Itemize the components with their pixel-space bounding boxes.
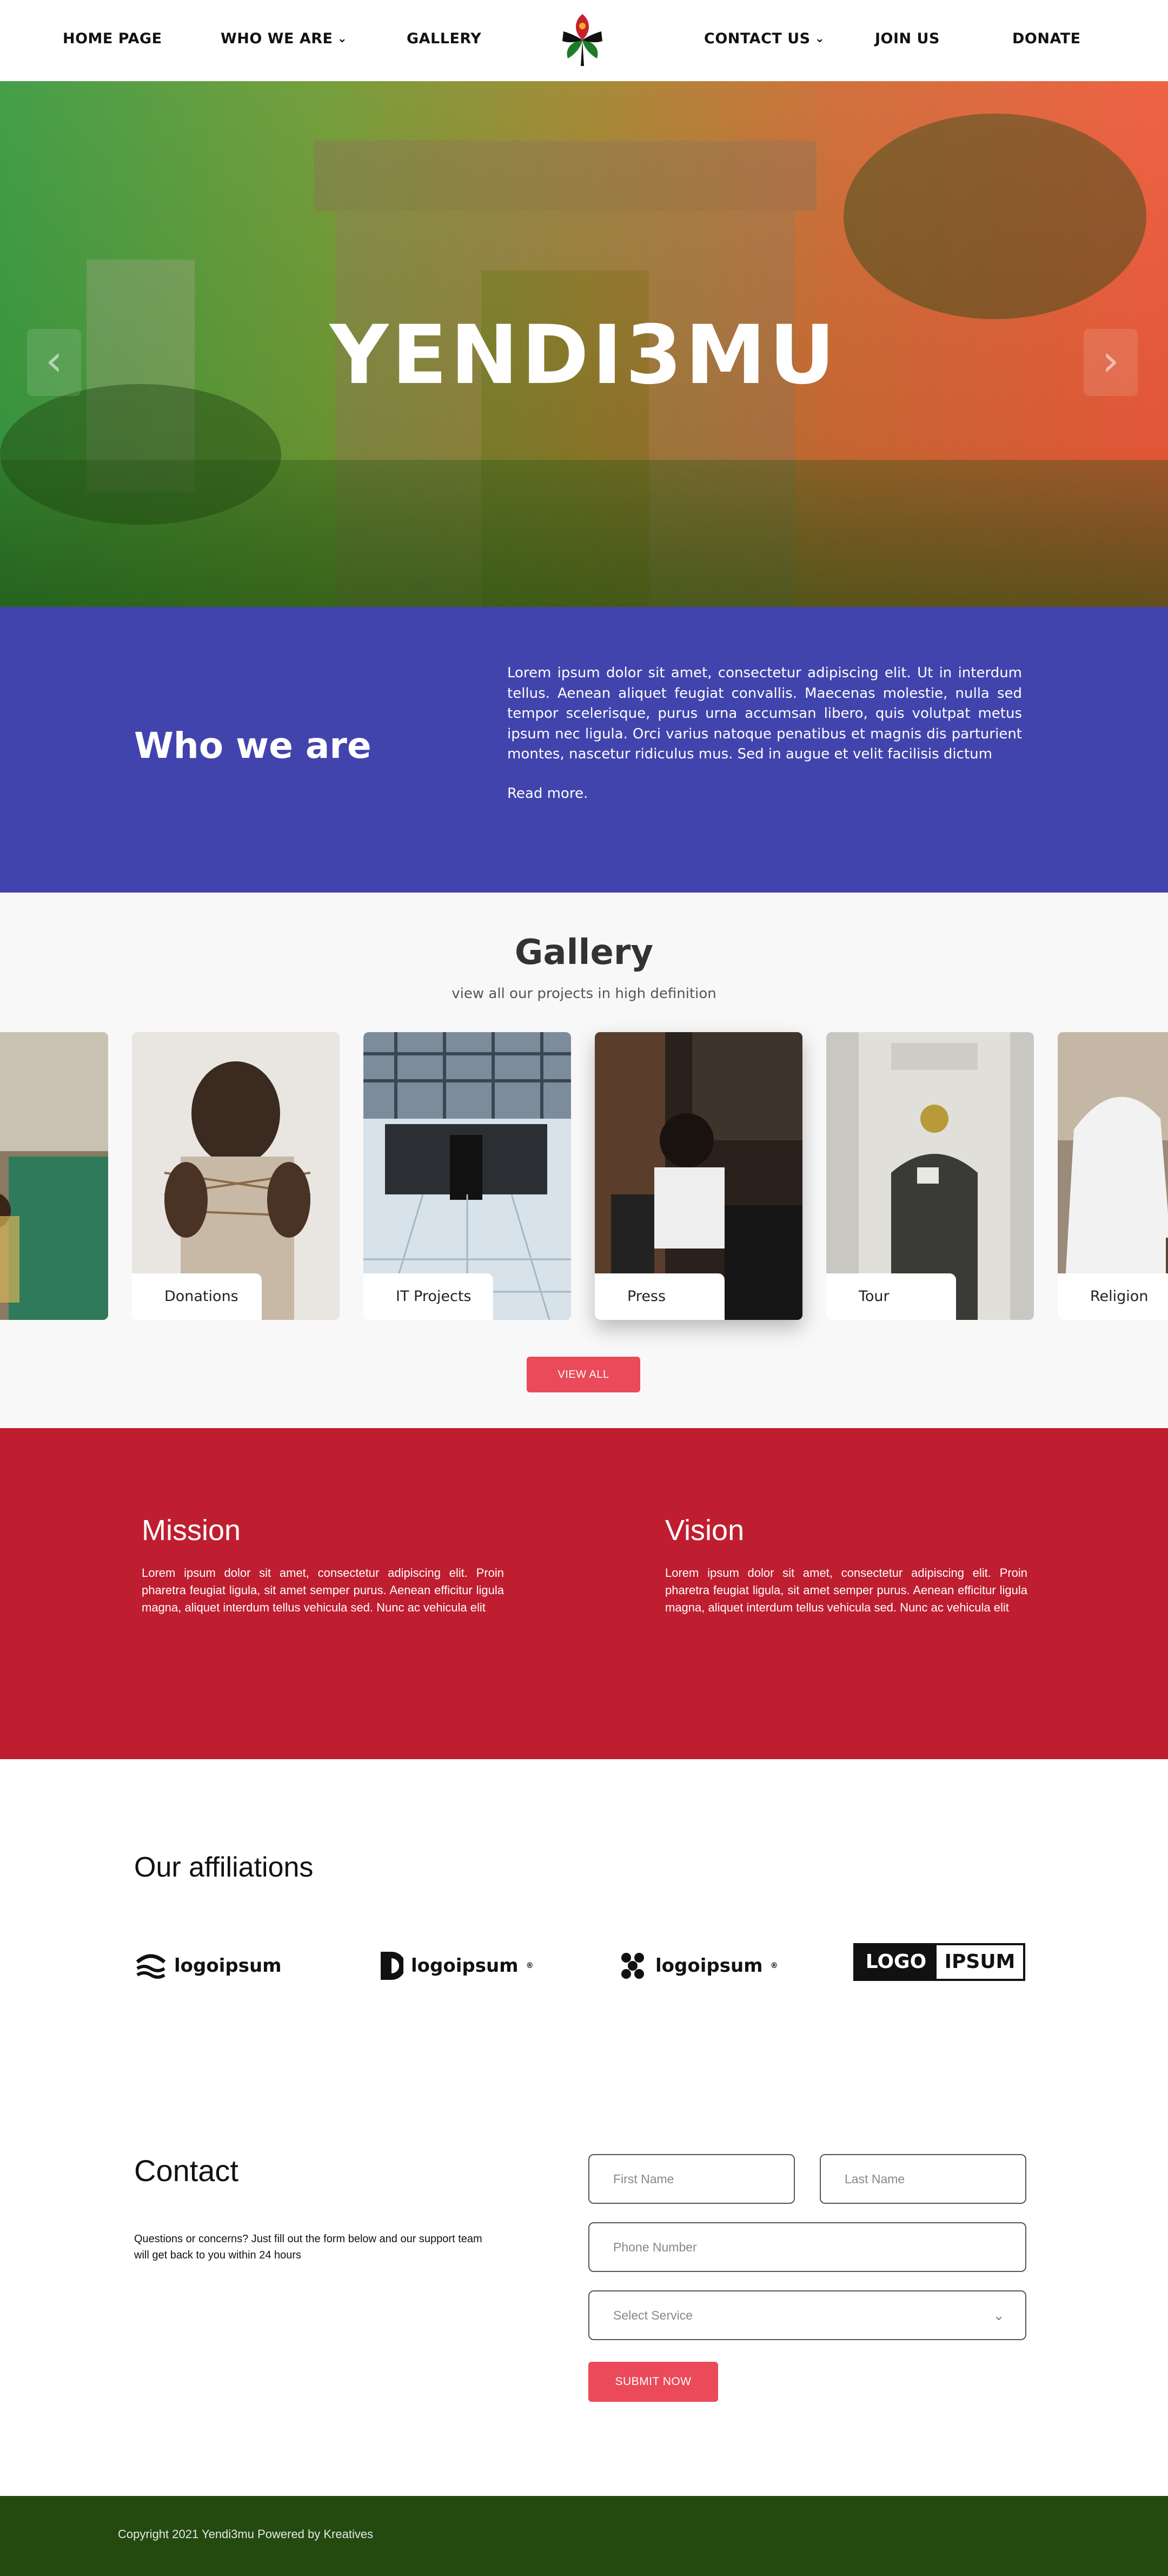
site-logo[interactable]	[553, 10, 612, 70]
footer-copyright: Copyright 2021 Yendi3mu Powered by Kreat…	[118, 2527, 374, 2541]
chevron-down-icon: ⌄	[993, 2307, 1005, 2323]
contact-section: Contact Questions or concerns? Just fill…	[0, 2084, 1168, 2496]
half-circle-icon	[381, 1952, 403, 1980]
affiliate-logo[interactable]: logoipsum ®	[616, 1944, 778, 1987]
nav-gallery-label: GALLERY	[407, 30, 482, 47]
nav-home-page[interactable]: HOME PAGE	[63, 30, 162, 47]
chevron-down-icon: ⌄	[814, 32, 825, 45]
logo-box-right-text: IPSUM	[944, 1951, 1016, 1973]
mission-vision-section: Mission Lorem ipsum dolor sit amet, cons…	[0, 1428, 1168, 1759]
first-name-field[interactable]	[588, 2154, 795, 2204]
affiliate-logo-text: logoipsum	[411, 1955, 519, 1977]
waves-icon	[136, 1954, 166, 1979]
gallery-card-it-projects[interactable]: IT Projects	[363, 1032, 571, 1320]
nav-gallery[interactable]: GALLERY	[407, 30, 481, 47]
vision-heading: Vision	[665, 1514, 745, 1547]
nav-join-us-label: JOIN US	[875, 30, 940, 47]
gallery-card-classroom[interactable]	[0, 1032, 108, 1320]
gallery-card-label: Tour	[826, 1273, 956, 1320]
affiliate-logo-text: logoipsum	[655, 1955, 763, 1977]
top-navigation: HOME PAGE WHO WE ARE ⌄ GALLERY CONTACT US…	[0, 0, 1168, 81]
nav-home-page-label: HOME PAGE	[63, 30, 162, 47]
contact-intro: Questions or concerns? Just fill out the…	[134, 2233, 482, 2261]
view-all-button[interactable]: VIEW ALL	[527, 1357, 640, 1392]
nav-contact-us[interactable]: CONTACT US ⌄	[704, 30, 825, 47]
hero-slider: ‹ › YENDI3MU	[0, 81, 1168, 607]
affiliations-heading: Our affiliations	[134, 1852, 314, 1883]
gallery-card-label: Press	[595, 1273, 725, 1320]
affiliate-logo-box[interactable]: LOGO IPSUM	[853, 1943, 1025, 1981]
last-name-field[interactable]	[820, 2154, 1026, 2204]
gallery-card-label: Donations	[132, 1273, 262, 1320]
vision-body: Lorem ipsum dolor sit amet, consectetur …	[665, 1566, 1027, 1614]
chevron-down-icon: ⌄	[337, 32, 348, 45]
affiliate-logo[interactable]: logoipsum ®	[375, 1944, 534, 1987]
read-more-link[interactable]: Read more.	[507, 785, 588, 802]
contact-heading: Contact	[134, 2154, 238, 2188]
select-service-placeholder: Select Service	[613, 2308, 693, 2322]
who-we-are-body: Lorem ipsum dolor sit amet, consectetur …	[507, 665, 1022, 762]
dots-icon	[621, 1953, 644, 1979]
footer: Copyright 2021 Yendi3mu Powered by Kreat…	[0, 2496, 1168, 2576]
nav-join-us[interactable]: JOIN US	[875, 30, 940, 47]
gallery-card-press[interactable]: Press	[595, 1032, 802, 1320]
classroom-photo	[0, 1032, 108, 1320]
mission-body: Lorem ipsum dolor sit amet, consectetur …	[142, 1566, 504, 1614]
nav-who-we-are-label: WHO WE ARE	[221, 30, 333, 47]
mission-heading: Mission	[142, 1514, 241, 1547]
adinkra-logo-icon	[562, 14, 602, 66]
gallery-subheading: view all our projects in high definition	[452, 986, 716, 1002]
logo-box-left-text: LOGO	[855, 1945, 937, 1979]
nav-donate-label: DONATE	[1012, 30, 1081, 47]
hero-title: YENDI3MU	[329, 308, 839, 402]
gallery-section: Gallery view all our projects in high de…	[0, 893, 1168, 1428]
gallery-card-religion[interactable]: Religion	[1058, 1032, 1168, 1320]
who-we-are-section: Who we are Lorem ipsum dolor sit amet, c…	[0, 607, 1168, 893]
affiliations-section: Our affiliations logoipsum logoipsum ® lo…	[0, 1759, 1168, 2084]
select-service-dropdown[interactable]: Select Service ⌄	[588, 2290, 1026, 2340]
registered-mark: ®	[526, 1961, 534, 1970]
submit-button[interactable]: SUBMIT NOW	[588, 2362, 718, 2402]
gallery-card-tour[interactable]: Tour	[826, 1032, 1034, 1320]
nav-who-we-are[interactable]: WHO WE ARE ⌄	[221, 30, 347, 47]
nav-contact-us-label: CONTACT US	[704, 30, 811, 47]
gallery-card-label: Religion	[1058, 1273, 1168, 1320]
registered-mark: ®	[770, 1961, 778, 1970]
gallery-card-donations[interactable]: Donations	[132, 1032, 340, 1320]
phone-number-field[interactable]	[588, 2222, 1026, 2272]
gallery-heading: Gallery	[514, 933, 654, 973]
gallery-card-label: IT Projects	[363, 1273, 493, 1320]
affiliate-logo[interactable]: logoipsum	[135, 1944, 282, 1987]
nav-donate[interactable]: DONATE	[1012, 30, 1081, 47]
who-we-are-heading: Who we are	[134, 725, 371, 767]
affiliate-logo-text: logoipsum	[174, 1955, 282, 1977]
